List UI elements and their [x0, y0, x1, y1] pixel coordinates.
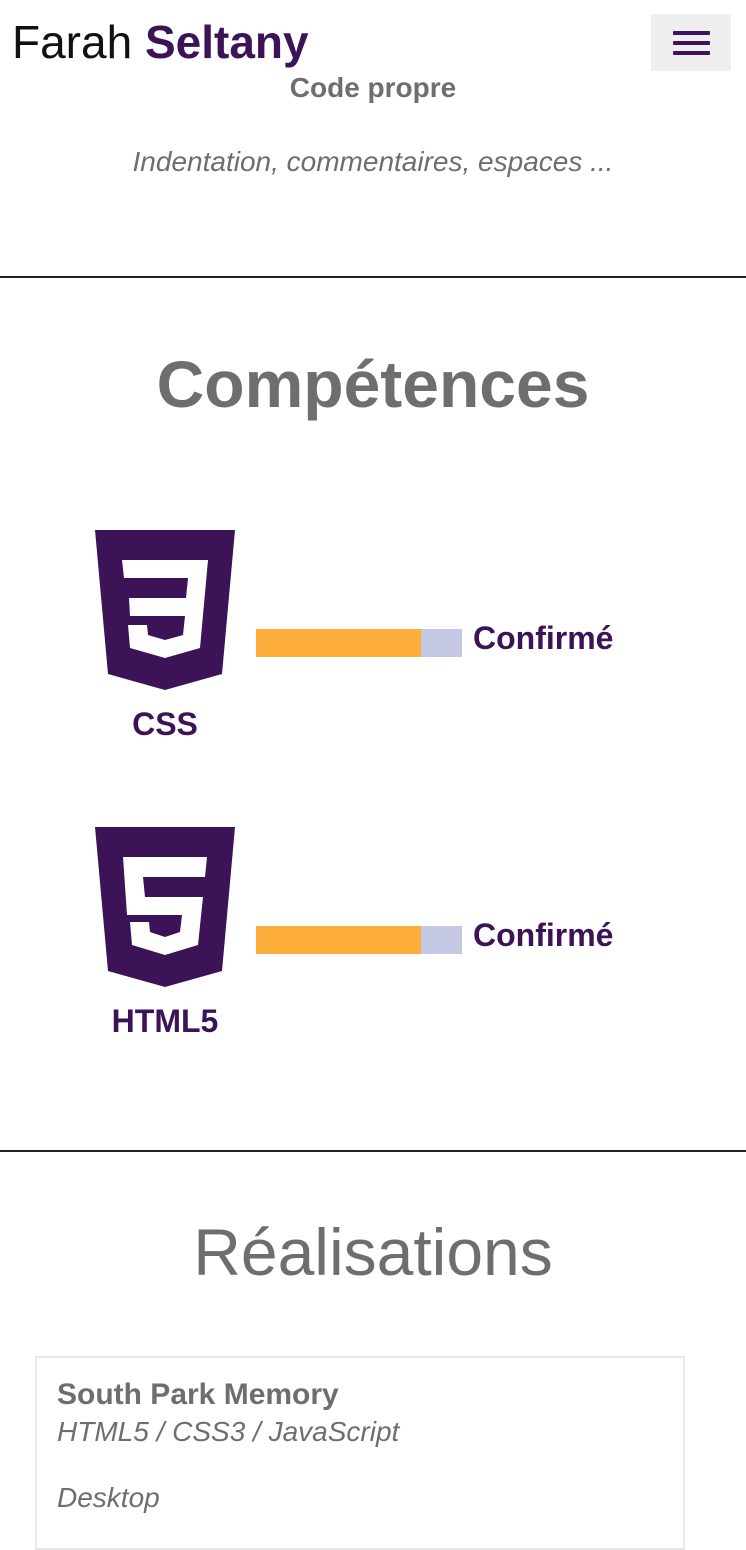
menu-toggle-button[interactable]	[651, 14, 731, 71]
skills-section: Compétences CSS Confirmé HTML5 Confirmé	[0, 276, 746, 1152]
quality-description: Indentation, commentaires, espaces ...	[132, 146, 614, 177]
skill-level-bar	[256, 629, 462, 657]
skill-css: CSS Confirmé	[0, 530, 746, 750]
projects-title: Réalisations	[193, 1215, 553, 1289]
skill-level-label: Confirmé	[473, 917, 614, 953]
skills-title: Compétences	[156, 347, 590, 421]
skill-name: HTML5	[111, 1003, 219, 1039]
project-card[interactable]: South Park Memory HTML5 / CSS3 / JavaScr…	[35, 1356, 685, 1550]
project-tech: HTML5 / CSS3 / JavaScript	[57, 1416, 400, 1447]
skill-html5: HTML5 Confirmé	[0, 827, 746, 1047]
skill-level-fill	[256, 629, 421, 657]
brand-first-name: Farah	[12, 16, 133, 68]
skill-name: CSS	[132, 706, 198, 742]
site-brand[interactable]: Farah Seltany	[12, 14, 309, 70]
quality-title: Code propre	[289, 72, 457, 103]
project-title: South Park Memory	[57, 1378, 339, 1411]
project-platform: Desktop	[57, 1482, 160, 1513]
brand-last-name: Seltany	[144, 16, 309, 68]
skill-level-label: Confirmé	[473, 620, 614, 656]
html5-logo-icon	[95, 827, 235, 987]
skill-level-fill	[256, 926, 421, 954]
css3-logo-icon	[95, 530, 235, 690]
skill-level-bar	[256, 926, 462, 954]
